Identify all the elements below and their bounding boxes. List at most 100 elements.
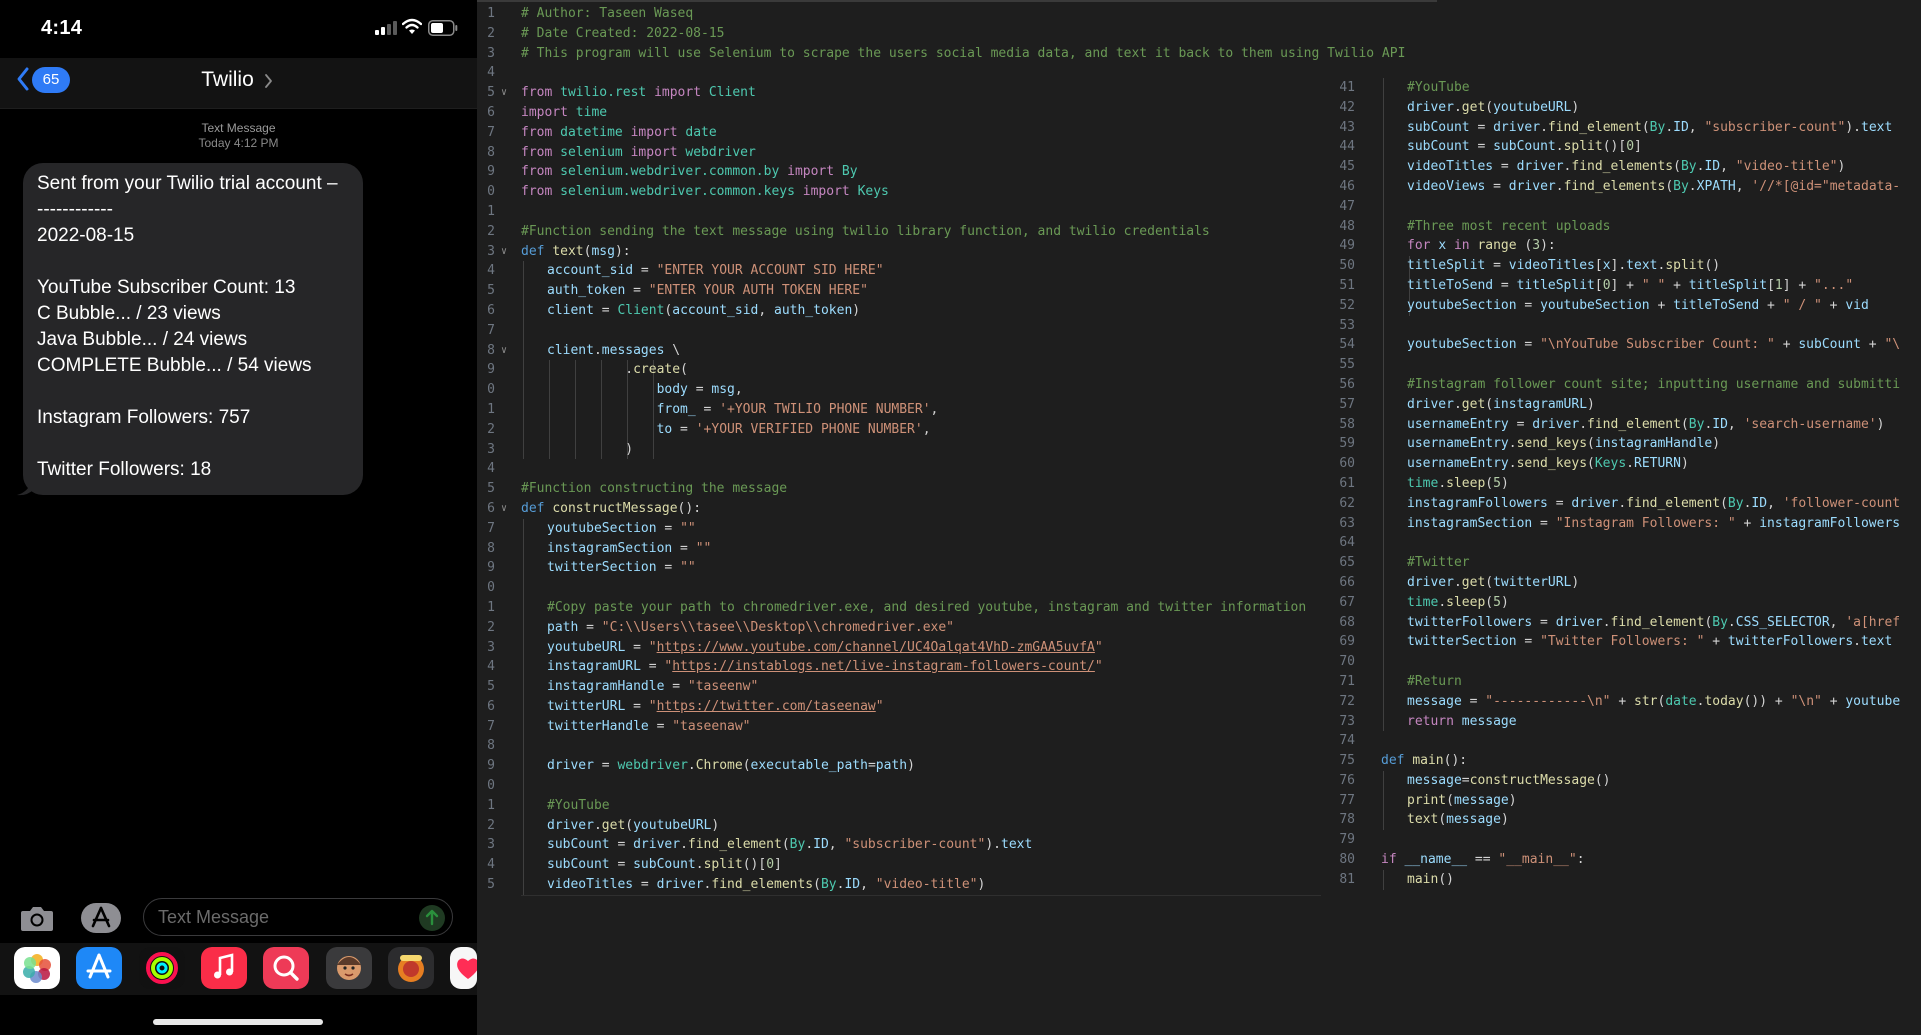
code-line[interactable]: 63 instagramSection = "Instagram Follower… [1325, 513, 1921, 534]
code-line[interactable]: 9 .create( [477, 360, 1337, 381]
memoji-icon[interactable] [326, 947, 372, 989]
code-line[interactable]: 2 driver.get(youtubeURL) [477, 815, 1337, 836]
code-pane-left[interactable]: 1 # Author: Taseen Waseq 2 # Date Created: … [477, 4, 1405, 895]
photos-icon[interactable] [14, 947, 60, 989]
code-line[interactable]: 45 videoTitles = driver.find_elements(By.… [1325, 157, 1921, 177]
code-line[interactable]: 3 # This program will use Selenium to scr… [477, 44, 1405, 64]
fold-chevron-icon[interactable]: ∨ [501, 341, 513, 361]
code-line[interactable]: 3 youtubeURL = "https://www.youtube.com/c… [477, 637, 1337, 658]
code-line[interactable]: 68 twitterFollowers = driver.find_element… [1325, 612, 1921, 633]
code-line[interactable]: 7 from datetime import date [477, 123, 1337, 143]
code-line[interactable]: 51 titleToSend = titleSplit[0] + " " + ti… [1325, 275, 1921, 296]
code-line[interactable]: 70 [1325, 652, 1921, 672]
code-line[interactable]: 1 #YouTube [477, 795, 1337, 816]
code-line[interactable]: 9 from selenium.webdriver.common.by impor… [477, 162, 1337, 182]
code-line[interactable]: 6 ∨ def constructMessage(): [477, 499, 1337, 519]
fold-chevron-icon[interactable]: ∨ [501, 499, 513, 519]
code-line[interactable]: 0 [477, 578, 1337, 598]
fold-chevron-icon[interactable]: ∨ [501, 83, 513, 103]
code-line[interactable]: 49 for x in range (3): [1325, 236, 1921, 257]
app-store-icon[interactable] [80, 902, 122, 934]
code-line[interactable]: 72 message = "------------\n" + str(date.… [1325, 691, 1921, 712]
code-line[interactable]: 4 [477, 63, 1337, 83]
code-line[interactable]: 0 from selenium.webdriver.common.keys imp… [477, 182, 1337, 202]
music-icon[interactable] [201, 947, 247, 989]
code-line[interactable]: 5 videoTitles = driver.find_elements(By.I… [477, 875, 1337, 895]
code-line[interactable]: 2 # Date Created: 2022-08-15 [477, 24, 1337, 44]
fold-chevron-icon[interactable]: ∨ [501, 242, 513, 262]
avatar-icon[interactable] [388, 947, 434, 989]
code-line[interactable]: 73 return message [1325, 711, 1921, 732]
code-line[interactable]: 5 instagramHandle = "taseenw" [477, 677, 1337, 697]
code-line[interactable]: 3 subCount = driver.find_element(By.ID, "… [477, 835, 1337, 856]
code-line[interactable]: 50 titleSplit = videoTitles[x].text.split… [1325, 256, 1921, 276]
code-line[interactable]: 78 text(message) [1325, 810, 1921, 831]
code-line[interactable]: 9 driver = webdriver.Chrome(executable_pa… [477, 756, 1337, 777]
chevron-right-icon[interactable] [264, 73, 273, 89]
code-line[interactable]: 59 usernameEntry.send_keys(instagramHandl… [1325, 434, 1921, 455]
code-line[interactable]: 66 driver.get(twitterURL) [1325, 572, 1921, 593]
home-indicator[interactable] [153, 1019, 323, 1025]
camera-icon[interactable] [20, 904, 54, 932]
contact-name[interactable]: Twilio [0, 68, 455, 92]
code-line[interactable]: 71 #Return [1325, 671, 1921, 692]
code-line[interactable]: 76 message=constructMessage() [1325, 770, 1921, 791]
message-bubble[interactable]: Sent from your Twilio trial account – --… [23, 163, 363, 495]
code-line[interactable]: 44 subCount = subCount.split()[0] [1325, 137, 1921, 158]
code-line[interactable]: 5 #Function constructing the message [477, 479, 1337, 499]
code-line[interactable]: 54 youtubeSection = "\nYouTube Subscriber… [1325, 335, 1921, 356]
code-line[interactable]: 4 account_sid = "ENTER YOUR ACCOUNT SID H… [477, 261, 1337, 282]
code-line[interactable]: 7 youtubeSection = "" [477, 518, 1337, 539]
code-line[interactable]: 80 if __name__ == "__main__": [1325, 850, 1921, 870]
message-input[interactable] [143, 898, 453, 936]
app-store-icon[interactable] [76, 947, 122, 989]
code-line[interactable]: 74 [1325, 731, 1921, 751]
code-line[interactable]: 52 youtubeSection = youtubeSection + titl… [1325, 295, 1921, 316]
code-line[interactable]: 2 path = "C:\\Users\\tasee\\Desktop\\chro… [477, 617, 1337, 638]
code-line[interactable]: 6 twitterURL = "https://twitter.com/tasee… [477, 696, 1337, 717]
code-line[interactable]: 7 [477, 320, 1337, 341]
code-line[interactable]: 46 videoViews = driver.find_elements(By.X… [1325, 176, 1921, 197]
code-line[interactable]: 67 time.sleep(5) [1325, 592, 1921, 613]
code-line[interactable]: 2 #Function sending the text message usin… [477, 222, 1337, 242]
code-line[interactable]: 9 twitterSection = "" [477, 558, 1337, 579]
code-line[interactable]: 8 instagramSection = "" [477, 538, 1337, 559]
code-line[interactable]: 64 [1325, 533, 1921, 554]
code-line[interactable]: 48 #Three most recent uploads [1325, 216, 1921, 237]
code-line[interactable]: 5 auth_token = "ENTER YOUR AUTH TOKEN HER… [477, 281, 1337, 301]
code-line[interactable]: 56 #Instagram follower count site; inputt… [1325, 374, 1921, 395]
code-line[interactable]: 1 from_ = '+YOUR TWILIO PHONE NUMBER', [477, 399, 1337, 420]
code-line[interactable]: 41 #YouTube [1325, 78, 1921, 98]
code-line[interactable]: 53 [1325, 315, 1921, 336]
code-line[interactable]: 61 time.sleep(5) [1325, 473, 1921, 494]
code-line[interactable]: 4 subCount = subCount.split()[0] [477, 855, 1337, 876]
code-line[interactable]: 47 [1325, 196, 1921, 217]
code-line[interactable]: 4 [477, 459, 1337, 479]
code-line[interactable]: 6 client = Client(account_sid, auth_token… [477, 300, 1337, 321]
code-line[interactable]: 3 ∨ def text(msg): [477, 242, 1337, 262]
code-line[interactable]: 2 to = '+YOUR VERIFIED PHONE NUMBER', [477, 419, 1337, 440]
heart-icon[interactable] [450, 947, 477, 989]
activity-icon[interactable] [139, 947, 185, 989]
code-line[interactable]: 1 # Author: Taseen Waseq [477, 4, 1337, 24]
code-line[interactable]: 58 usernameEntry = driver.find_element(By… [1325, 414, 1921, 435]
code-pane-right[interactable]: 41 #YouTube 42 driver.get(youtubeURL) 43 subC… [1325, 78, 1921, 890]
code-line[interactable]: 75 def main(): [1325, 751, 1921, 771]
code-line[interactable]: 3 ) [477, 439, 1337, 460]
code-line[interactable]: 7 twitterHandle = "taseenaw" [477, 716, 1337, 737]
code-line[interactable]: 57 driver.get(instagramURL) [1325, 394, 1921, 415]
code-line[interactable]: 1 [477, 202, 1337, 222]
code-line[interactable]: 65 #Twitter [1325, 553, 1921, 573]
code-line[interactable]: 8 ∨ client.messages \ [477, 340, 1337, 361]
code-line[interactable]: 55 [1325, 355, 1921, 375]
code-line[interactable]: 5 ∨ from twilio.rest import Client [477, 83, 1337, 103]
code-line[interactable]: 4 instagramURL = "https://instablogs.net/… [477, 657, 1337, 678]
code-line[interactable]: 6 import time [477, 103, 1337, 123]
code-line[interactable]: 8 from selenium import webdriver [477, 143, 1337, 163]
code-line[interactable]: 79 [1325, 830, 1921, 850]
code-line[interactable]: 62 instagramFollowers = driver.find_eleme… [1325, 493, 1921, 514]
code-line[interactable]: 43 subCount = driver.find_element(By.ID, … [1325, 117, 1921, 138]
code-line[interactable]: 42 driver.get(youtubeURL) [1325, 97, 1921, 118]
code-line[interactable]: 0 [477, 776, 1337, 796]
code-line[interactable]: 60 usernameEntry.send_keys(Keys.RETURN) [1325, 454, 1921, 474]
